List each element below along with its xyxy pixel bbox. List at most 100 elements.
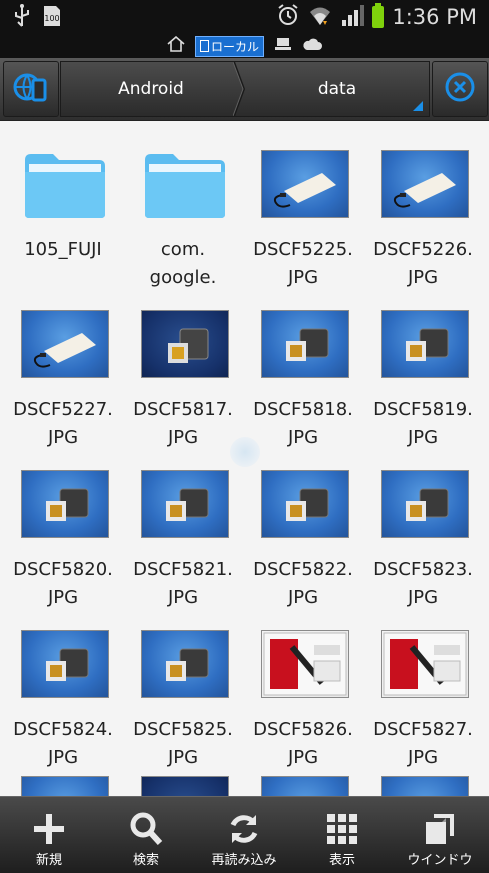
loading-indicator	[230, 437, 260, 467]
file-name-line1: DSCF5827.	[373, 719, 473, 740]
file-name-line2: JPG	[407, 267, 439, 288]
image-thumbnail	[261, 310, 349, 378]
file-item[interactable]: DSCF5823. JPG	[363, 458, 483, 608]
image-thumbnail	[141, 630, 229, 698]
folder-icon	[25, 154, 105, 218]
svg-text:100: 100	[44, 14, 59, 23]
file-name: DSCF5824. JPG	[3, 716, 123, 772]
file-name-line1: DSCF5819.	[373, 399, 473, 420]
file-name-line2: JPG	[287, 587, 319, 608]
image-thumbnail[interactable]	[261, 776, 349, 796]
battery-icon	[372, 3, 385, 28]
file-name-line2: JPG	[47, 427, 79, 448]
close-circle-icon	[444, 71, 476, 107]
file-name-line1: DSCF5818.	[253, 399, 353, 420]
image-thumbnail	[381, 150, 469, 218]
dropdown-corner-icon	[413, 101, 423, 111]
local-storage-badge[interactable]: ローカル	[194, 35, 264, 57]
bottom-action-grid-view[interactable]: 表示	[293, 797, 391, 873]
file-name: DSCF5826. JPG	[243, 716, 363, 772]
image-thumbnail[interactable]	[21, 776, 109, 796]
file-name: com. google.	[123, 236, 243, 292]
local-device-icon	[13, 70, 49, 108]
cloud-icon[interactable]	[302, 37, 322, 55]
wifi-icon	[308, 3, 332, 31]
storage-switch-button[interactable]	[3, 61, 59, 117]
status-bar: 100 1:36 PM	[0, 0, 489, 34]
file-name-line2: JPG	[167, 747, 199, 768]
folder-icon	[145, 154, 225, 218]
file-name: DSCF5820. JPG	[3, 556, 123, 612]
file-name: DSCF5821. JPG	[123, 556, 243, 612]
file-name-line1: com.	[160, 239, 206, 260]
file-name-line2: JPG	[47, 747, 79, 768]
image-thumbnail	[141, 310, 229, 378]
location-bar: ローカル	[0, 34, 489, 58]
file-name-line2: JPG	[167, 427, 199, 448]
file-item[interactable]: DSCF5227. JPG	[3, 298, 123, 448]
file-name-line2: JPG	[407, 747, 439, 768]
file-name-line1: DSCF5820.	[13, 559, 113, 580]
image-thumbnail	[21, 310, 109, 378]
image-thumbnail	[381, 470, 469, 538]
file-name-line1: DSCF5823.	[373, 559, 473, 580]
image-thumbnail	[141, 470, 229, 538]
image-thumbnail	[261, 630, 349, 698]
file-item[interactable]: DSCF5821. JPG	[123, 458, 243, 608]
clock: 1:36 PM	[392, 5, 477, 29]
image-thumbnail[interactable]	[381, 776, 469, 796]
bottom-action-plus[interactable]: 新規	[0, 797, 98, 873]
computer-icon[interactable]	[274, 36, 292, 56]
image-thumbnail[interactable]	[141, 776, 229, 796]
file-item[interactable]: DSCF5226. JPG	[363, 138, 483, 288]
file-item[interactable]: DSCF5225. JPG	[243, 138, 363, 288]
file-item[interactable]: DSCF5824. JPG	[3, 618, 123, 768]
file-name-line1: 105_FUJI	[24, 239, 102, 260]
bottom-action-label: ウインドウ	[407, 853, 473, 868]
file-item[interactable]: DSCF5822. JPG	[243, 458, 363, 608]
home-icon[interactable]	[167, 35, 185, 56]
file-name-line2: JPG	[287, 747, 319, 768]
file-name: DSCF5817. JPG	[123, 396, 243, 452]
file-item[interactable]: DSCF5818. JPG	[243, 298, 363, 448]
file-name-line1: DSCF5821.	[133, 559, 233, 580]
file-name-line2: JPG	[287, 267, 319, 288]
breadcrumb-separator	[233, 62, 245, 116]
file-name: DSCF5819. JPG	[363, 396, 483, 452]
file-name: DSCF5827. JPG	[363, 716, 483, 772]
file-item[interactable]: DSCF5820. JPG	[3, 458, 123, 608]
bottom-action-refresh[interactable]: 再読み込み	[195, 797, 293, 873]
alarm-icon	[276, 3, 300, 31]
phone-icon	[199, 39, 209, 52]
folder-item[interactable]: 105_FUJI	[3, 138, 123, 288]
file-name-line2: JPG	[407, 427, 439, 448]
folder-item[interactable]: com. google.	[123, 138, 243, 288]
close-button[interactable]	[432, 61, 488, 117]
file-name-line1: DSCF5822.	[253, 559, 353, 580]
breadcrumb: Android data	[60, 61, 430, 117]
bottom-action-windows[interactable]: ウインドウ	[391, 797, 489, 873]
file-item[interactable]: DSCF5826. JPG	[243, 618, 363, 768]
file-item[interactable]: DSCF5817. JPG	[123, 298, 243, 448]
file-name: DSCF5822. JPG	[243, 556, 363, 612]
bottom-action-search[interactable]: 検索	[97, 797, 195, 873]
grid-view-icon	[324, 809, 360, 849]
file-item[interactable]: DSCF5827. JPG	[363, 618, 483, 768]
file-name: DSCF5818. JPG	[243, 396, 363, 452]
image-thumbnail	[381, 310, 469, 378]
path-toolbar: Android data	[0, 58, 489, 121]
file-item[interactable]: DSCF5825. JPG	[123, 618, 243, 768]
bottom-action-label: 再読み込み	[211, 853, 277, 868]
search-icon	[128, 809, 164, 849]
file-name: DSCF5225. JPG	[243, 236, 363, 292]
file-name-line1: DSCF5227.	[13, 399, 113, 420]
file-item[interactable]: DSCF5819. JPG	[363, 298, 483, 448]
bottom-action-bar: 新規 検索 再読み込み 表示 ウインドウ	[0, 796, 489, 873]
breadcrumb-android[interactable]: Android	[61, 62, 241, 116]
file-name-line2: JPG	[47, 587, 79, 608]
breadcrumb-data[interactable]: data	[245, 62, 429, 116]
image-thumbnail	[261, 470, 349, 538]
file-name: DSCF5227. JPG	[3, 396, 123, 452]
image-thumbnail	[381, 630, 469, 698]
file-name-line1: DSCF5825.	[133, 719, 233, 740]
